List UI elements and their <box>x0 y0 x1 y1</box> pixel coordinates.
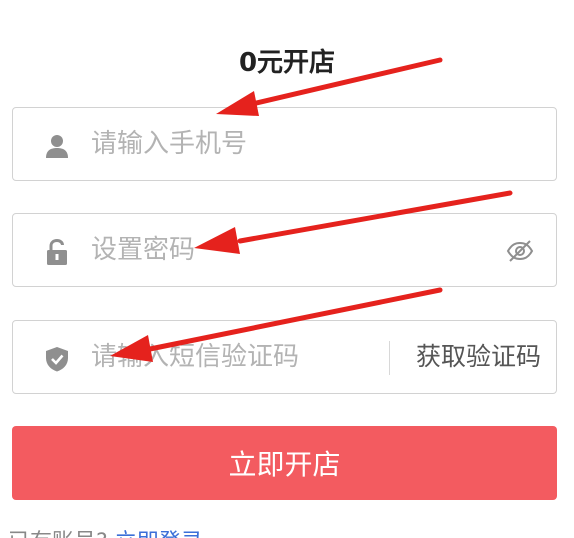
page-title: 0元开店 <box>238 48 336 78</box>
signup-page: 0元开店 获取验证码 立即开店 已有账 <box>0 0 574 538</box>
sms-code-input[interactable] <box>91 321 381 393</box>
open-store-button[interactable]: 立即开店 <box>12 426 557 500</box>
user-icon <box>46 135 68 158</box>
password-input[interactable] <box>91 214 471 286</box>
password-field[interactable] <box>12 213 557 287</box>
lock-icon <box>47 238 67 265</box>
login-prompt-text: 已有账号? <box>8 530 108 538</box>
login-prompt: 已有账号? 立即登录 <box>8 524 203 538</box>
get-code-button[interactable]: 获取验证码 <box>401 321 556 393</box>
phone-input[interactable] <box>91 108 531 180</box>
field-divider <box>389 341 390 375</box>
shield-icon <box>46 347 68 372</box>
eye-hidden-icon[interactable] <box>506 238 534 264</box>
phone-field[interactable] <box>12 107 557 181</box>
sms-code-field[interactable]: 获取验证码 <box>12 320 557 394</box>
login-link[interactable]: 立即登录 <box>115 530 203 538</box>
